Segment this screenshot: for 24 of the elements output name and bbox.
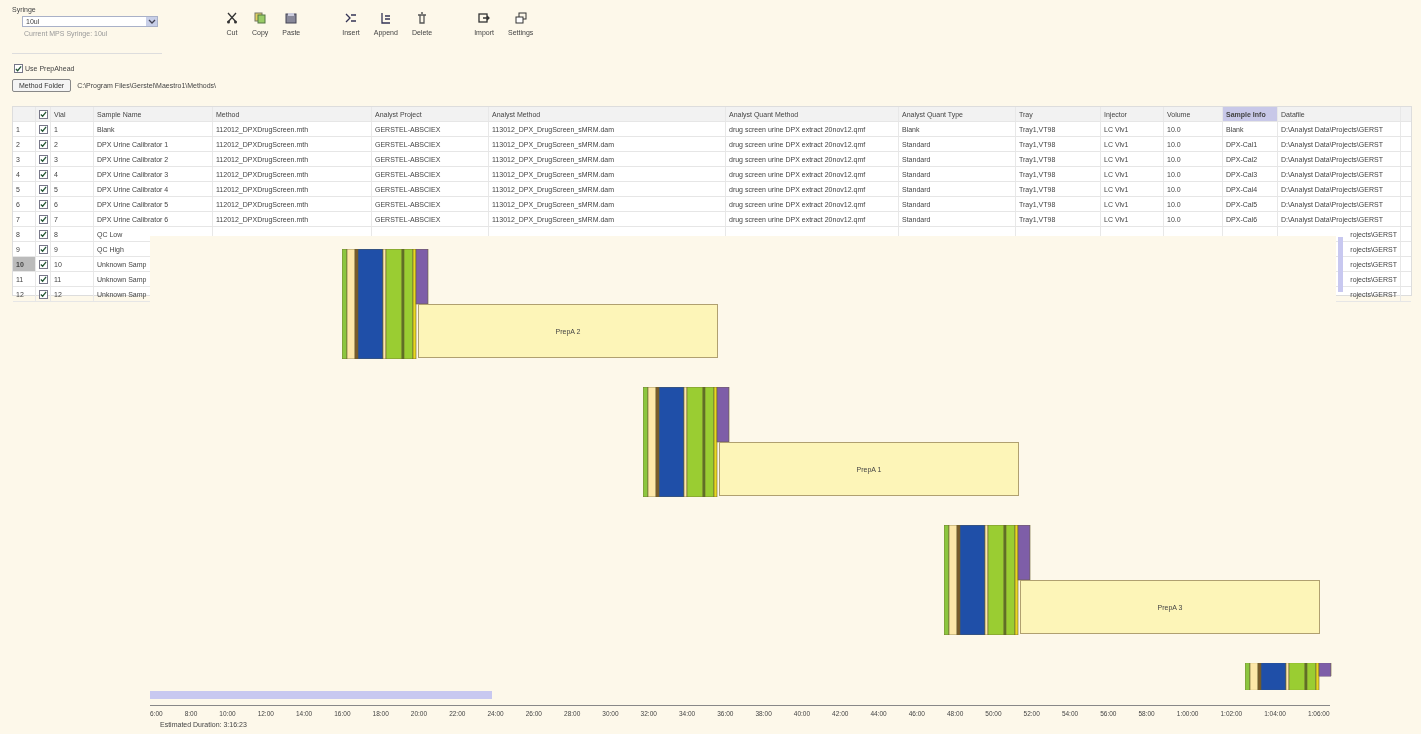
settings-icon [514, 12, 527, 24]
checkbox-icon[interactable] [39, 154, 48, 164]
checkbox-icon[interactable] [39, 124, 48, 134]
checkbox-icon[interactable] [39, 199, 48, 209]
copy-icon [254, 12, 267, 24]
checkbox-icon[interactable] [39, 274, 48, 284]
paste-icon [285, 12, 298, 24]
checkbox-icon[interactable] [39, 229, 48, 239]
insert-icon [345, 12, 357, 24]
scrollbar-thumb[interactable] [150, 691, 492, 699]
checkbox-icon[interactable] [39, 109, 48, 119]
checkbox-icon[interactable] [39, 214, 48, 224]
dropdown-arrow-icon [146, 17, 157, 26]
cut-icon [226, 12, 238, 24]
checkbox-icon[interactable] [39, 184, 48, 194]
append-icon [379, 12, 392, 24]
checkbox-icon[interactable] [39, 139, 48, 149]
checkbox-icon[interactable] [39, 244, 48, 254]
checkbox-icon[interactable] [39, 259, 48, 269]
checkbox-icon[interactable] [39, 289, 48, 299]
delete-icon [416, 12, 428, 24]
scrollbar-thumb[interactable] [1338, 237, 1343, 292]
checkbox-icon[interactable] [39, 169, 48, 179]
import-icon [478, 12, 491, 24]
